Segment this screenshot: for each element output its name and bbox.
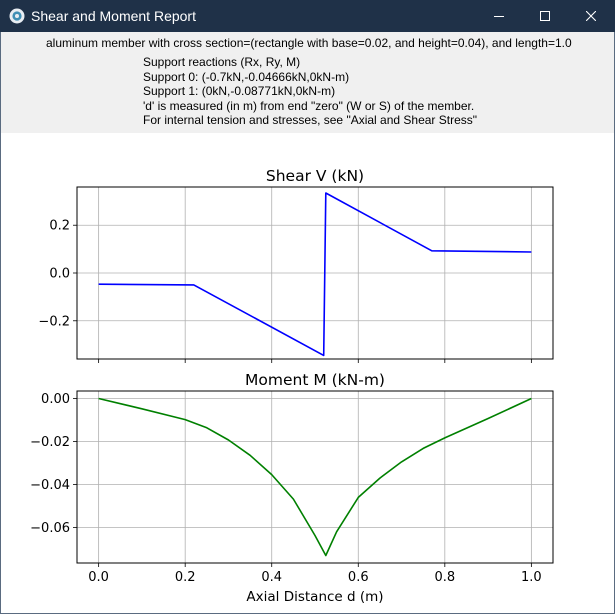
moment-ytick-label: −0.04 (30, 478, 70, 493)
moment-chart-title: Moment M (kN-m) (245, 371, 385, 389)
moment-xtick-label: 1.0 (521, 570, 542, 585)
shear-ytick-label: 0.2 (49, 219, 70, 234)
moment-xtick-label: 0.4 (261, 570, 282, 585)
shear-ytick-label: −0.2 (38, 314, 70, 329)
moment-ytick-label: −0.02 (30, 435, 70, 450)
shear-chart-title: Shear V (kN) (266, 167, 364, 185)
plots-canvas: 0.2 0.0 −0.2 Shear V (kN) 0.0 0.2 0.4 0.6 0.8 1.0… (30, 167, 554, 605)
moment-xtick-label: 0.0 (88, 570, 109, 585)
moment-ytick-label: 0.00 (41, 392, 70, 407)
shear-ytick-label: 0.0 (49, 267, 70, 282)
moment-xtick-label: 0.6 (348, 570, 369, 585)
window-border-left (0, 32, 1, 614)
moment-ytick-label: −0.06 (30, 521, 70, 536)
moment-xtick-label: 0.2 (175, 570, 196, 585)
moment-plot-area (77, 391, 553, 563)
moment-xaxis-label: Axial Distance d (m) (246, 589, 383, 605)
moment-xtick-label: 0.8 (434, 570, 455, 585)
